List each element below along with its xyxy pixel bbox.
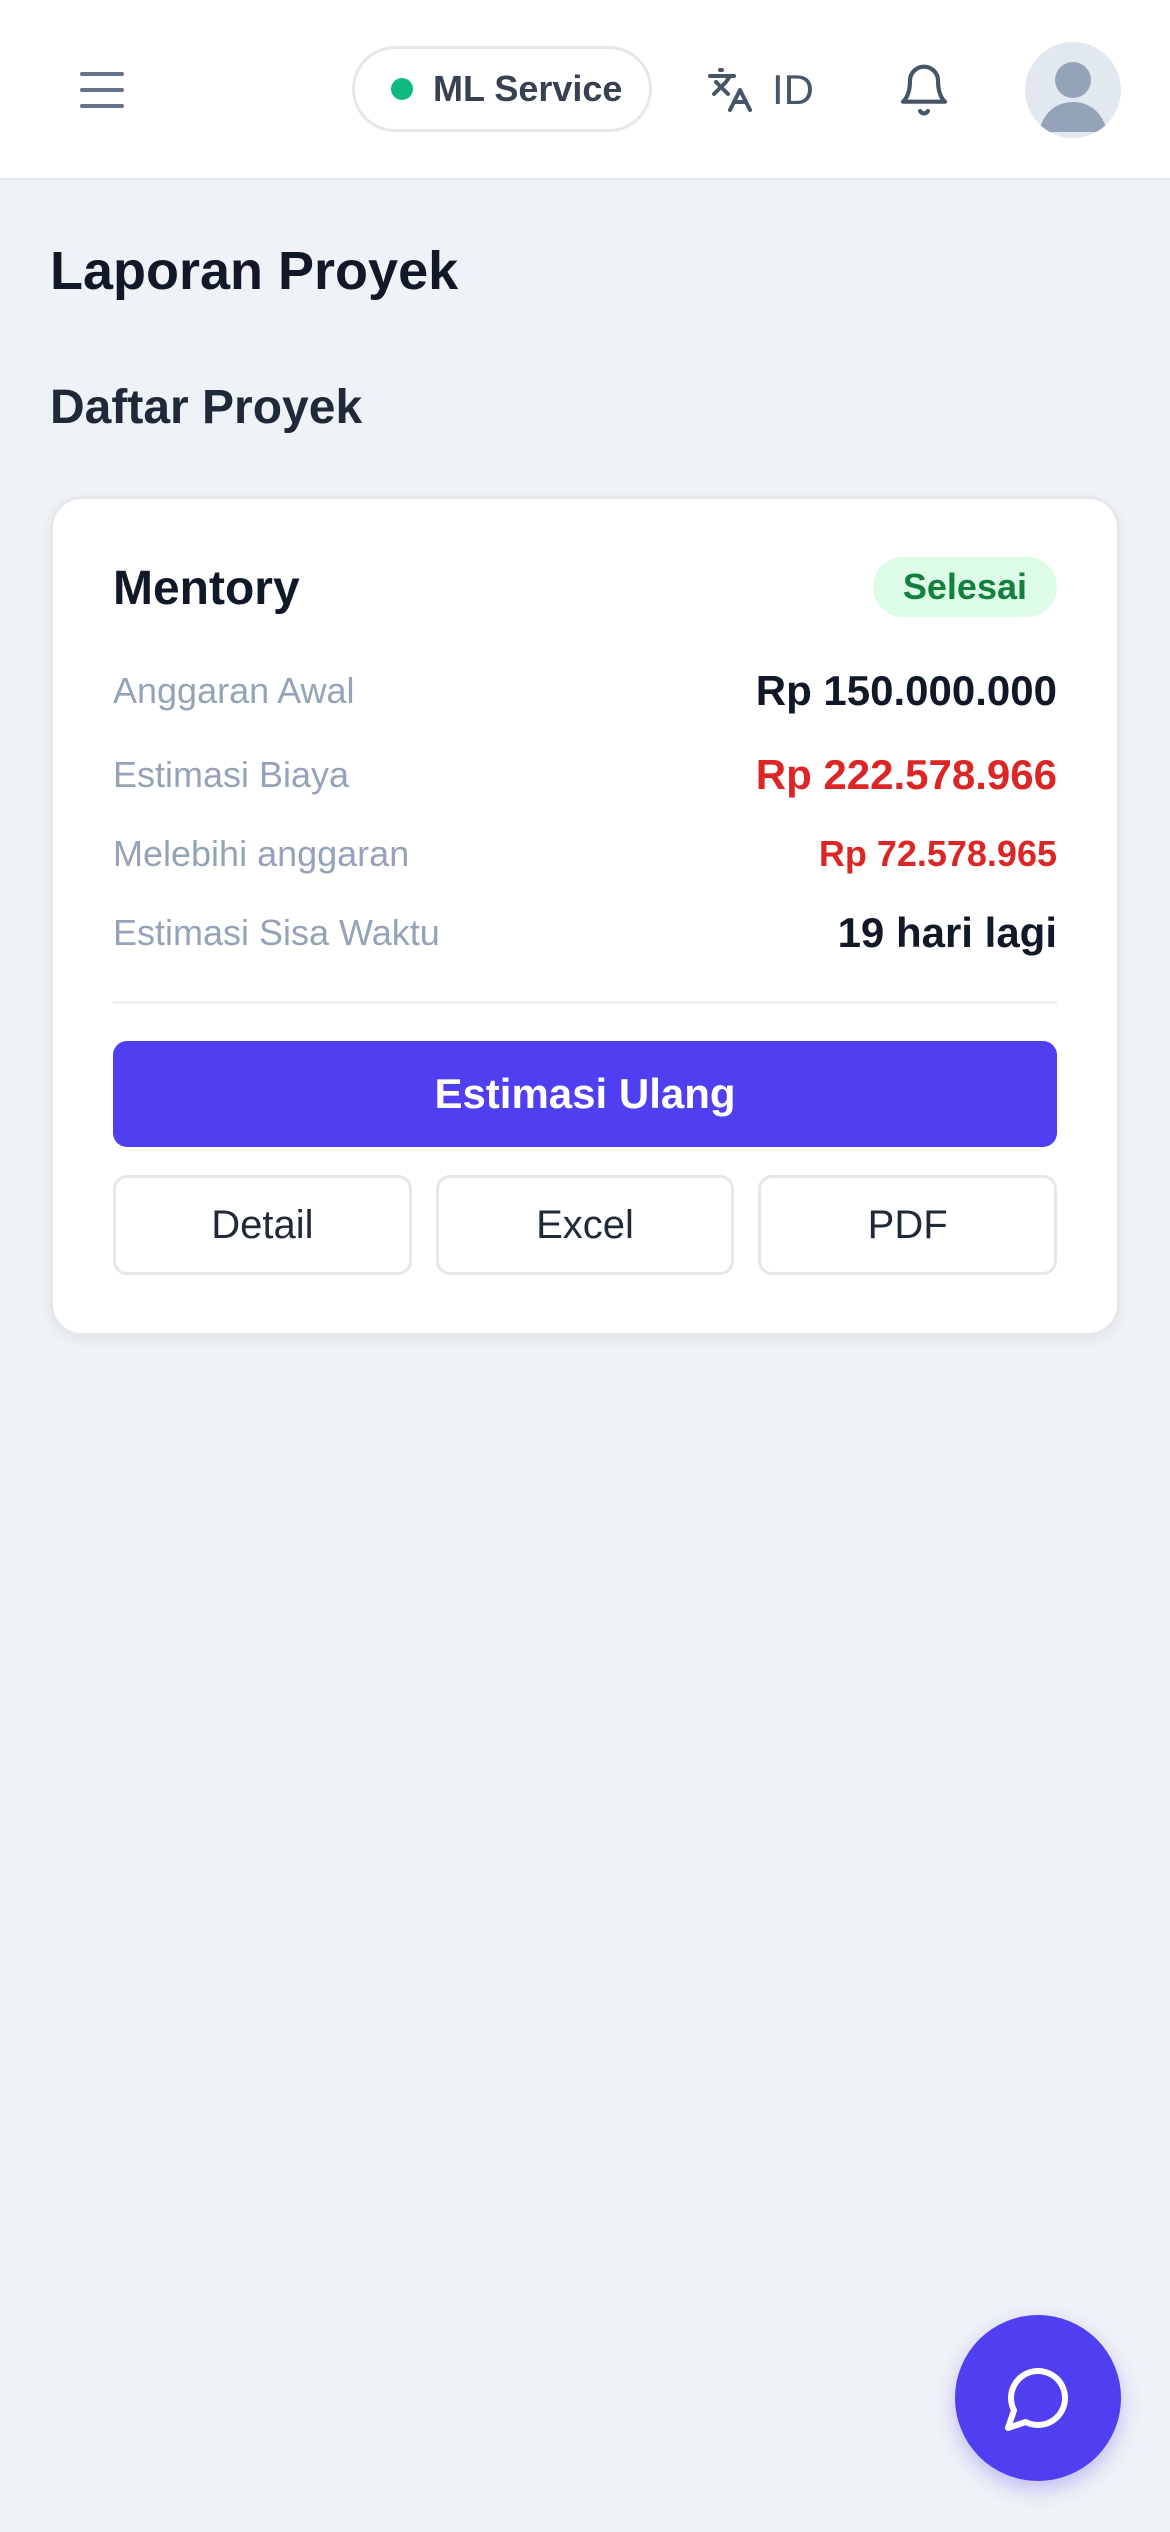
section-title: Daftar Proyek — [50, 381, 363, 434]
chat-button[interactable] — [955, 2315, 1121, 2481]
estimated-cost-row: Estimasi Biaya Rp 222.578.966 — [113, 751, 1057, 799]
detail-button[interactable]: Detail — [113, 1175, 412, 1275]
remaining-time-label: Estimasi Sisa Waktu — [113, 912, 440, 953]
remaining-time-row: Estimasi Sisa Waktu 19 hari lagi — [113, 909, 1057, 957]
notification-button[interactable] — [890, 56, 958, 124]
project-card: Mentory Selesai Anggaran Awal Rp 150.000… — [50, 496, 1120, 1336]
re-estimate-button[interactable]: Estimasi Ulang — [113, 1041, 1057, 1147]
avatar[interactable] — [1025, 42, 1121, 138]
project-name: Mentory — [113, 562, 300, 615]
remaining-time-value: 19 hari lagi — [837, 909, 1057, 956]
language-label: ID — [772, 66, 814, 113]
action-buttons: Detail Excel PDF — [113, 1175, 1058, 1275]
ml-service-label: ML Service — [433, 68, 623, 109]
bell-icon — [900, 64, 948, 116]
ml-service-status[interactable]: ML Service — [352, 46, 652, 132]
menu-button[interactable] — [70, 58, 134, 122]
user-avatar-icon — [1039, 62, 1107, 132]
over-budget-value: Rp 72.578.965 — [818, 833, 1057, 874]
translate-icon — [708, 68, 752, 112]
hamburger-menu-icon — [80, 72, 124, 108]
pdf-button[interactable]: PDF — [758, 1175, 1058, 1275]
top-header: ML Service ID — [0, 0, 1170, 180]
estimated-cost-value: Rp 222.578.966 — [755, 751, 1057, 798]
budget-label: Anggaran Awal — [113, 670, 355, 711]
card-divider — [113, 1001, 1057, 1004]
status-badge: Selesai — [872, 557, 1057, 617]
estimated-cost-label: Estimasi Biaya — [113, 754, 350, 795]
over-budget-label: Melebihi anggaran — [113, 833, 410, 874]
status-dot — [391, 78, 413, 100]
page-title: Laporan Proyek — [50, 241, 459, 301]
language-switcher[interactable]: ID — [706, 58, 814, 122]
budget-row: Anggaran Awal Rp 150.000.000 — [113, 667, 1057, 715]
budget-value: Rp 150.000.000 — [755, 667, 1057, 714]
over-budget-row: Melebihi anggaran Rp 72.578.965 — [113, 833, 1057, 875]
excel-button[interactable]: Excel — [435, 1175, 735, 1275]
chat-bubble-icon — [1005, 2367, 1069, 2431]
